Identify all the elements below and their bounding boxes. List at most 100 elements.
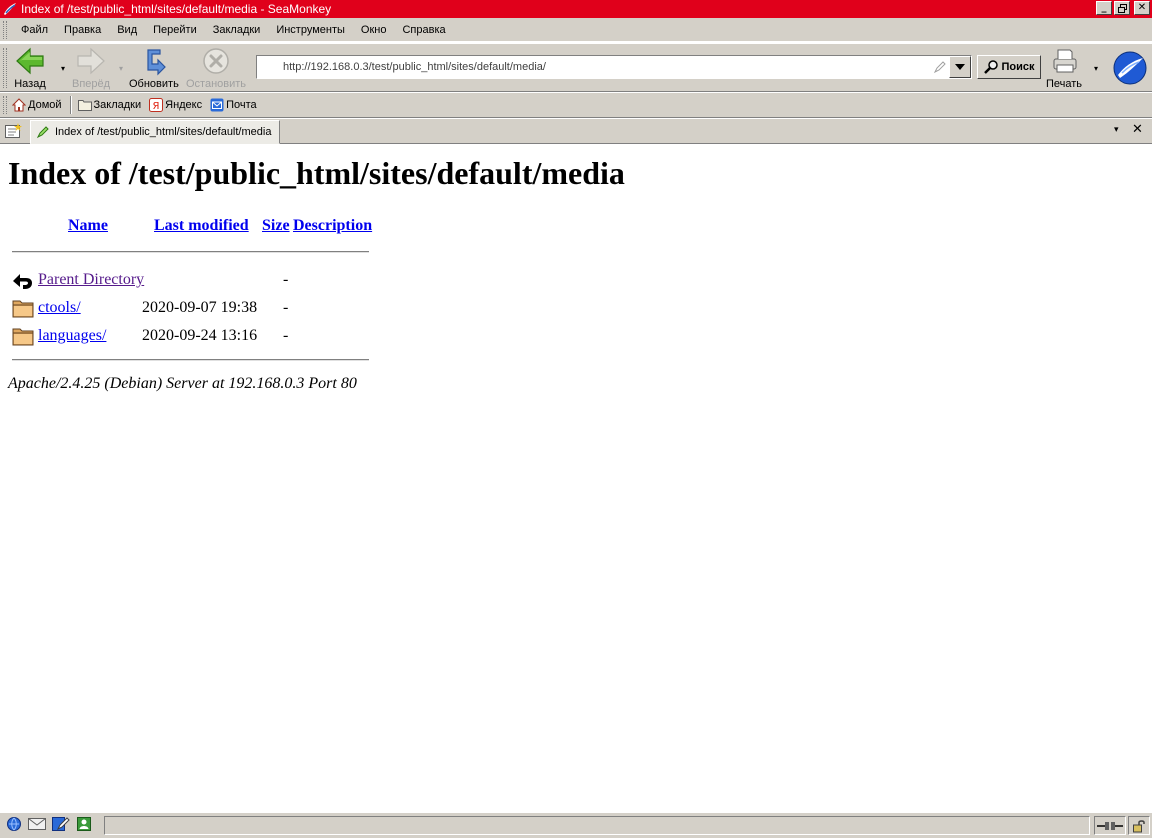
toolbar-separator [69,96,72,114]
column-header-modified[interactable]: Last modified [154,217,249,235]
mail-label: Почта [226,99,257,111]
forward-label: Вперёд [72,78,111,90]
menu-bar: Файл Правка Вид Перейти Закладки Инструм… [0,18,1152,42]
menu-edit[interactable]: Правка [56,24,109,36]
page-title: Index of /test/public_html/sites/default… [8,155,625,191]
table-row: ctools/ 2020-09-07 19:38 - [12,297,412,321]
minimize-icon: _ [1101,2,1107,13]
svg-text:Я: Я [153,101,160,112]
folder-icon [77,100,92,111]
languages-link[interactable]: languages/ [38,327,106,345]
green-left-arrow-icon [16,47,44,75]
home-icon [12,98,26,112]
divider [12,251,369,253]
url-input[interactable]: http://192.168.0.3/test/public_html/site… [283,61,546,73]
printer-icon [1053,49,1077,73]
server-signature: Apache/2.4.25 (Debian) Server at 192.168… [8,375,357,392]
stop-icon [203,48,229,74]
column-header-size[interactable]: Size [262,217,290,235]
personal-toolbar: Домой Закладки Я Яндекс Почта [0,93,1152,118]
bookmarks-label: Закладки [93,99,142,111]
modified-date: 2020-09-24 13:16 [142,327,258,344]
toolbar-grip[interactable] [3,48,7,88]
modified-date: 2020-09-07 19:38 [142,299,258,316]
folder-icon [12,297,34,324]
seamonkey-logo-icon[interactable] [1113,51,1147,88]
back-button[interactable]: Назад [14,46,46,90]
pencil-icon[interactable] [933,60,947,77]
ctools-link[interactable]: ctools/ [38,299,81,317]
menu-view[interactable]: Вид [109,24,145,36]
seamonkey-app-icon[interactable] [2,1,18,17]
tab-list-dropdown[interactable]: ▾ [1114,125,1119,135]
print-label: Печать [1046,78,1083,90]
forward-button[interactable]: Вперёд [72,46,110,90]
stop-button[interactable]: Остановить [186,46,246,90]
folder-icon [12,325,34,352]
yandex-label: Яндекс [165,99,203,111]
address-book-icon[interactable] [76,816,92,835]
menu-window[interactable]: Окно [353,24,395,36]
menu-file[interactable]: Файл [13,24,56,36]
url-bar[interactable]: http://192.168.0.3/test/public_html/site… [256,55,972,79]
reload-button[interactable]: Обновить [129,46,179,90]
title-bar: Index of /test/public_html/sites/default… [0,0,1152,18]
column-header-name[interactable]: Name [68,217,108,235]
online-status-icon[interactable] [1094,816,1126,835]
print-dropdown[interactable]: ▾ [1094,64,1098,73]
menu-go[interactable]: Перейти [145,24,205,36]
menu-tools[interactable]: Инструменты [268,24,353,36]
back-history-dropdown[interactable]: ▾ [61,64,65,73]
bookmarks-button[interactable]: Закладки [77,99,142,111]
yandex-icon: Я [149,98,164,112]
search-button[interactable]: Поиск [977,55,1041,79]
toolbar-grip[interactable] [3,20,7,39]
toolbar-grip[interactable] [3,96,7,114]
navigator-icon[interactable] [6,816,22,835]
page-content: Index of /test/public_html/sites/default… [0,145,1152,812]
back-arrow-icon [12,269,34,296]
table-row: Parent Directory - [12,269,412,293]
yandex-button[interactable]: Я Яндекс [149,98,202,112]
home-button[interactable]: Домой [12,98,62,112]
forward-history-dropdown[interactable]: ▾ [119,64,123,73]
reload-label: Обновить [129,78,179,90]
menu-bookmarks[interactable]: Закладки [205,24,269,36]
tab-strip: Index of /test/public_html/sites/default… [0,119,1152,144]
restore-button[interactable] [1114,1,1130,15]
close-tab-button[interactable]: ✕ [1132,122,1143,137]
column-header-description[interactable]: Description [293,217,372,235]
mail-icon [210,98,224,112]
close-window-button[interactable]: ✕ [1134,1,1150,15]
back-label: Назад [14,78,46,90]
window-title: Index of /test/public_html/sites/default… [21,2,332,16]
stop-label: Остановить [186,78,247,90]
mail-button[interactable]: Почта [210,98,257,112]
print-button[interactable]: Печать [1046,46,1082,90]
home-label: Домой [28,99,62,111]
close-icon: ✕ [1137,2,1147,13]
parent-directory-link[interactable]: Parent Directory [38,271,144,289]
url-history-dropdown[interactable] [949,56,971,78]
navigation-toolbar: Назад ▾ Вперёд ▾ Обновить Остановить htt… [0,43,1152,92]
reload-icon [147,49,166,76]
file-size: - [283,271,289,288]
page-icon [36,126,49,139]
tab-title: Index of /test/public_html/sites/default… [55,126,272,138]
file-size: - [283,327,289,344]
chevron-down-icon [955,64,965,70]
tab-active[interactable]: Index of /test/public_html/sites/default… [30,120,280,144]
divider [12,359,369,361]
right-arrow-icon [77,47,105,75]
minimize-button[interactable]: _ [1096,1,1112,15]
composer-icon[interactable] [52,816,70,835]
new-tab-icon[interactable] [4,123,22,143]
status-bar [0,812,1152,838]
table-row: languages/ 2020-09-24 13:16 - [12,325,412,349]
status-text-panel [104,816,1090,835]
menu-help[interactable]: Справка [394,24,453,36]
mail-icon[interactable] [28,817,46,834]
file-size: - [283,299,289,316]
security-lock-icon[interactable] [1128,816,1150,835]
restore-icon [1117,3,1127,13]
